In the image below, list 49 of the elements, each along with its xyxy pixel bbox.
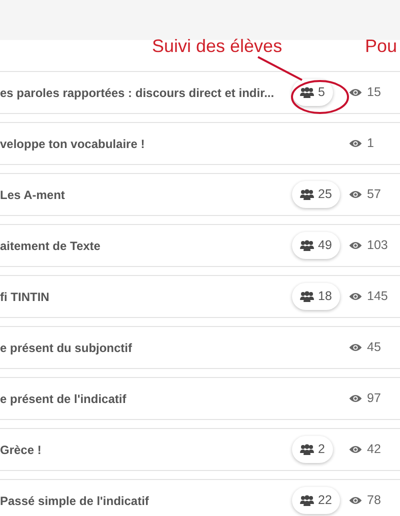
lesson-title[interactable]: es paroles rapportées : discours direct et indir...	[0, 84, 292, 102]
views-count: 103	[367, 237, 388, 254]
group-icon	[300, 494, 314, 506]
list-row[interactable]: veloppe ton vocabulaire ! 1	[0, 122, 400, 165]
lesson-title[interactable]: Grèce !	[0, 440, 292, 458]
list-row[interactable]: es paroles rapportées : discours direct et indir... 5 15	[0, 71, 400, 114]
lesson-title[interactable]: Passé simple de l'indicatif	[0, 492, 292, 510]
lesson-title[interactable]: e présent du subjonctif	[0, 338, 292, 356]
eye-icon	[349, 88, 362, 97]
list-row[interactable]: fi TINTIN 18 145	[0, 275, 400, 318]
students-badge[interactable]: 22	[292, 487, 340, 514]
list-row[interactable]: e présent de l'indicatif 97	[0, 377, 400, 420]
eye-icon	[349, 241, 362, 250]
eye-icon	[349, 139, 362, 148]
views-count: 42	[367, 441, 381, 458]
lesson-title[interactable]: aitement de Texte	[0, 236, 292, 254]
list-row[interactable]: e présent du subjonctif 45	[0, 326, 400, 369]
eye-icon	[349, 292, 362, 301]
lesson-title[interactable]: veloppe ton vocabulaire !	[0, 134, 292, 152]
list-row[interactable]: Grèce ! 2 42	[0, 428, 400, 471]
lesson-title[interactable]: e présent de l'indicatif	[0, 390, 292, 408]
annotation-text: Pou	[365, 35, 398, 58]
group-icon	[300, 240, 314, 251]
list-row[interactable]: Passé simple de l'indicatif 22 78	[0, 479, 400, 516]
views-count: 145	[367, 288, 388, 306]
students-badge[interactable]: 49	[292, 232, 340, 259]
eye-icon	[349, 190, 362, 199]
views-count: 15	[367, 84, 381, 102]
eye-icon	[349, 394, 362, 403]
eye-icon	[349, 445, 362, 454]
eye-icon	[349, 343, 362, 352]
views-count: 78	[367, 492, 381, 510]
lesson-title[interactable]: Les A-ment	[0, 186, 292, 204]
students-badge[interactable]: 2	[292, 436, 333, 463]
group-icon	[300, 290, 314, 302]
eye-icon	[349, 496, 362, 505]
views-count: 57	[367, 186, 381, 204]
group-icon	[300, 188, 314, 200]
group-icon	[300, 444, 314, 455]
list-row[interactable]: Les A-ment 25 57	[0, 173, 400, 216]
list-row[interactable]: aitement de Texte 49 103	[0, 224, 400, 267]
views-count: 97	[367, 390, 381, 408]
students-badge[interactable]: 18	[292, 283, 340, 310]
group-icon	[300, 86, 314, 98]
annotation-text: Suivi des élèves	[152, 35, 282, 58]
views-count: 45	[367, 339, 381, 356]
views-count: 1	[367, 135, 374, 152]
students-badge[interactable]: 25	[292, 181, 340, 208]
lesson-title[interactable]: fi TINTIN	[0, 288, 292, 306]
